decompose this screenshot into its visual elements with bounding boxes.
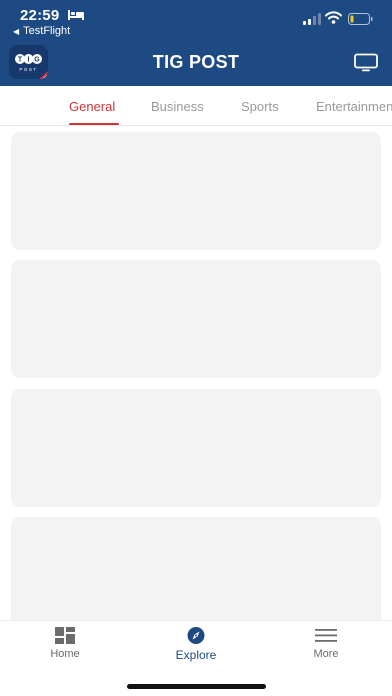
nav-explore-label: Explore: [175, 648, 217, 662]
nav-more[interactable]: More: [281, 627, 371, 660]
tab-business[interactable]: Business: [151, 99, 204, 114]
active-tab-indicator: [69, 123, 119, 125]
wifi-icon: [325, 11, 342, 24]
placeholder-card: [11, 260, 381, 378]
grid-icon: [55, 627, 75, 644]
news-feed[interactable]: [0, 127, 392, 620]
placeholder-card: [11, 132, 381, 250]
bed-icon: [68, 10, 84, 20]
back-app-label: TestFlight: [23, 25, 71, 37]
nav-explore[interactable]: Explore: [151, 627, 241, 662]
status-time: 22:59: [20, 7, 60, 24]
home-indicator: [127, 684, 266, 689]
signal-icon: [303, 13, 321, 25]
placeholder-card: [11, 517, 381, 620]
battery-icon: [348, 13, 373, 25]
nav-home-label: Home: [50, 648, 80, 660]
back-arrow-icon: ◀: [13, 26, 20, 36]
placeholder-card: [11, 389, 381, 507]
app-title: TIG POST: [152, 52, 240, 72]
menu-icon: [315, 629, 337, 642]
top-header: 22:59 ◀ TestFlight T I G POST TIG POST: [0, 0, 392, 86]
nav-more-label: More: [313, 648, 339, 660]
compass-icon: [187, 627, 205, 644]
tab-sports[interactable]: Sports: [241, 99, 279, 114]
back-to-testflight[interactable]: ◀ TestFlight: [13, 25, 70, 37]
category-tabs: General Business Sports Entertainment: [0, 86, 392, 126]
tab-entertainment[interactable]: Entertainment: [316, 99, 392, 114]
tab-general[interactable]: General: [69, 99, 115, 114]
nav-home[interactable]: Home: [20, 627, 110, 660]
tv-icon[interactable]: [354, 53, 378, 73]
